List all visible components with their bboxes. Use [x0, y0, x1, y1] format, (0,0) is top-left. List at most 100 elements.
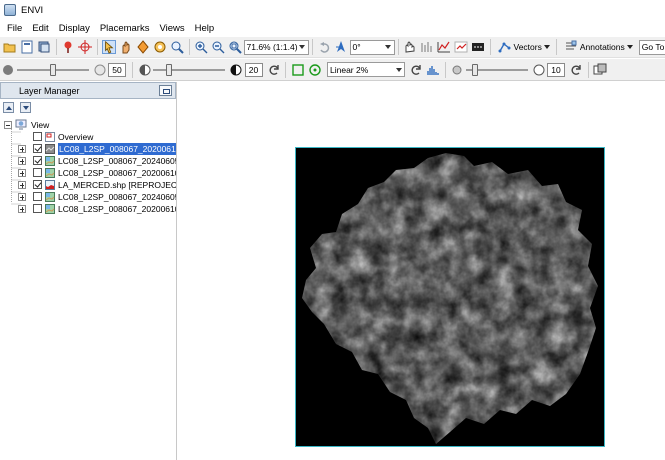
layer-row[interactable]: LC08_L2SP_008067_20240605 [0, 191, 176, 203]
layer-visibility-checkbox[interactable] [33, 180, 42, 189]
chevron-down-icon[interactable] [393, 63, 404, 76]
annotations-menu-button[interactable]: Annotations [563, 40, 633, 54]
profile-icon[interactable] [420, 40, 434, 54]
rotate-left-icon[interactable] [317, 40, 331, 54]
contrast-slider-thumb[interactable] [166, 63, 172, 76]
separator [444, 61, 446, 78]
expand-all-button[interactable] [20, 101, 31, 113]
contrast-value[interactable]: 20 [244, 62, 263, 77]
layer-visibility-checkbox[interactable] [33, 204, 42, 213]
envi-app-icon [4, 4, 16, 16]
goto-field[interactable]: Go To [638, 39, 665, 55]
north-up-icon[interactable] [334, 40, 348, 54]
rotation-combo[interactable]: 0° [349, 39, 395, 55]
vectors-menu-button[interactable]: Vectors [497, 40, 550, 54]
pin-panel-icon[interactable] [159, 85, 172, 96]
layer-tree: View Overview LC08_L2SP_008067_20200610 L… [0, 115, 176, 215]
expand-icon[interactable] [18, 205, 26, 213]
crosshair-icon[interactable] [78, 40, 92, 54]
layer-row[interactable]: LC08_L2SP_008067_20240605 [0, 155, 176, 167]
chip-to-screen-icon[interactable] [291, 63, 305, 77]
separator [489, 39, 491, 55]
separator [397, 39, 399, 55]
reset-contrast-icon[interactable] [267, 63, 281, 77]
menu-edit[interactable]: Edit [27, 20, 53, 37]
layer-label: LC08_L2SP_008067_20240605 [58, 156, 176, 166]
zoom-combo[interactable]: 71.6% (1:1.4) [243, 39, 309, 55]
vector-icon [45, 180, 55, 190]
data-manager-icon[interactable] [20, 40, 34, 54]
overview-label: Overview [58, 132, 94, 142]
expand-icon[interactable] [18, 169, 26, 177]
chevron-down-icon[interactable] [383, 41, 394, 54]
separator [285, 61, 286, 78]
collapse-icon[interactable] [4, 121, 12, 129]
histogram-icon[interactable] [426, 63, 440, 77]
menu-display[interactable]: Display [54, 20, 95, 37]
layer-manager-title: Layer Manager [19, 85, 80, 96]
separator [132, 61, 133, 78]
sharpen-slider-thumb[interactable] [471, 63, 478, 76]
sharpen-slider[interactable] [465, 63, 528, 77]
layer-row[interactable]: LC08_L2SP_008067_20200610 [0, 203, 176, 215]
chart-icon[interactable] [454, 40, 468, 54]
rotate-icon[interactable] [153, 40, 167, 54]
collapse-all-button[interactable] [3, 101, 14, 113]
menu-placemarks[interactable]: Placemarks [95, 20, 155, 37]
zoom-out-icon[interactable] [211, 40, 225, 54]
image-view[interactable] [178, 82, 665, 460]
stretch-type-combo[interactable]: Linear 2% [327, 62, 405, 77]
stretch-settings-icon[interactable] [308, 63, 322, 77]
zoom-fixed-icon[interactable] [170, 40, 184, 54]
raster-color-icon [45, 168, 55, 178]
brightness-value[interactable]: 50 [108, 62, 126, 77]
menu-help[interactable]: Help [190, 20, 220, 37]
layer-visibility-checkbox[interactable] [33, 144, 42, 153]
menu-views[interactable]: Views [154, 20, 189, 37]
raster-image[interactable] [295, 147, 605, 447]
layer-stack-icon[interactable] [37, 40, 51, 54]
overview-icon [45, 132, 55, 142]
pan-hand-icon[interactable] [119, 40, 133, 54]
select-cursor-icon[interactable] [102, 40, 116, 54]
contrast-slider[interactable] [153, 63, 225, 77]
open-file-icon[interactable] [3, 40, 17, 54]
layer-manager-tools [0, 99, 176, 115]
menu-file[interactable]: File [2, 20, 27, 37]
zoom-in-icon[interactable] [194, 40, 208, 54]
layer-manager-panel: Layer Manager View Overview LC08_L2SP_00… [0, 82, 177, 460]
layer-row[interactable]: LA_MERCED.shp [REPROJECT [0, 179, 176, 191]
pin-icon[interactable] [61, 40, 75, 54]
layer-row[interactable]: LC08_L2SP_008067_20200610 [0, 143, 176, 155]
overview-checkbox[interactable] [33, 132, 42, 141]
separator [555, 39, 557, 55]
transparency-icon[interactable] [593, 63, 607, 77]
brightness-slider[interactable] [16, 63, 89, 77]
layer-row[interactable]: LC08_L2SP_008067_20200610 [0, 167, 176, 179]
statistics-icon[interactable] [471, 40, 485, 54]
tree-row-overview[interactable]: Overview [0, 131, 176, 143]
sharpen-low-icon [450, 63, 464, 77]
expand-icon[interactable] [18, 145, 26, 153]
expand-icon[interactable] [18, 181, 26, 189]
fly-icon[interactable] [136, 40, 150, 54]
layer-visibility-checkbox[interactable] [33, 192, 42, 201]
sharpen-value[interactable]: 10 [547, 62, 565, 77]
spectral-profile-icon[interactable] [437, 40, 451, 54]
brightness-slider-thumb[interactable] [49, 63, 56, 76]
reset-sharpen-icon[interactable] [569, 63, 583, 77]
layer-visibility-checkbox[interactable] [33, 168, 42, 177]
tree-row-view[interactable]: View [0, 119, 176, 131]
expand-icon[interactable] [18, 157, 26, 165]
annotations-label: Annotations [579, 42, 625, 52]
layer-label: LC08_L2SP_008067_20200610 [58, 143, 176, 155]
refresh-icon[interactable] [409, 63, 423, 77]
chevron-down-icon[interactable] [297, 41, 308, 54]
layer-label: LC08_L2SP_008067_20200610 [58, 168, 176, 178]
expand-icon[interactable] [18, 193, 26, 201]
sharpen-high-icon [532, 63, 546, 77]
cursor-value-icon[interactable] [403, 40, 417, 54]
layer-visibility-checkbox[interactable] [33, 156, 42, 165]
brightness-high-icon [93, 63, 107, 77]
zoom-full-icon[interactable] [228, 40, 242, 54]
